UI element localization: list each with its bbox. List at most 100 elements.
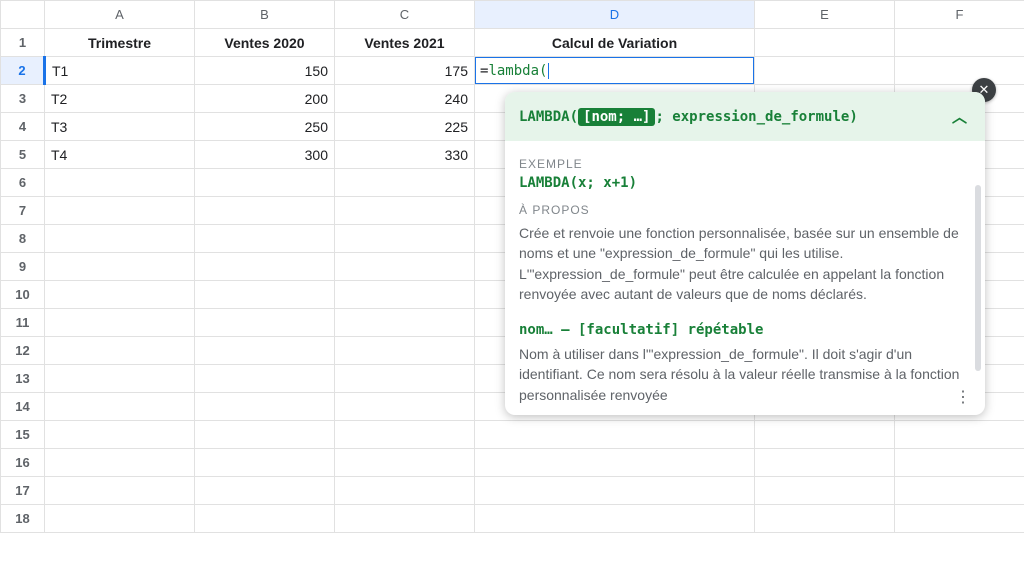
row-header-5[interactable]: 5: [1, 141, 45, 169]
row-header-16[interactable]: 16: [1, 449, 45, 477]
cell-C9[interactable]: [335, 253, 475, 281]
column-header-D[interactable]: D: [475, 1, 755, 29]
cell-D16[interactable]: [475, 449, 755, 477]
cell-B4[interactable]: 250: [195, 113, 335, 141]
cell-B16[interactable]: [195, 449, 335, 477]
cell-A1[interactable]: Trimestre: [45, 29, 195, 57]
cell-E1[interactable]: [755, 29, 895, 57]
row-header-15[interactable]: 15: [1, 421, 45, 449]
cell-D17[interactable]: [475, 477, 755, 505]
cell-C7[interactable]: [335, 197, 475, 225]
column-header-B[interactable]: B: [195, 1, 335, 29]
cell-C3[interactable]: 240: [335, 85, 475, 113]
cell-A15[interactable]: [45, 421, 195, 449]
cell-D18[interactable]: [475, 505, 755, 533]
cell-C13[interactable]: [335, 365, 475, 393]
formula-input[interactable]: =lambda(: [475, 57, 755, 85]
column-header-E[interactable]: E: [755, 1, 895, 29]
cell-C4[interactable]: 225: [335, 113, 475, 141]
cell-A9[interactable]: [45, 253, 195, 281]
row-header-14[interactable]: 14: [1, 393, 45, 421]
row-header-11[interactable]: 11: [1, 309, 45, 337]
cell-C14[interactable]: [335, 393, 475, 421]
collapse-help-icon[interactable]: ︿: [948, 102, 971, 131]
cell-C10[interactable]: [335, 281, 475, 309]
cell-C16[interactable]: [335, 449, 475, 477]
cell-A4[interactable]: T3: [45, 113, 195, 141]
cell-A8[interactable]: [45, 225, 195, 253]
row-header-12[interactable]: 12: [1, 337, 45, 365]
column-header-F[interactable]: F: [895, 1, 1024, 29]
cell-A10[interactable]: [45, 281, 195, 309]
row-header-10[interactable]: 10: [1, 281, 45, 309]
cell-E15[interactable]: [755, 421, 895, 449]
row-header-3[interactable]: 3: [1, 85, 45, 113]
cell-A18[interactable]: [45, 505, 195, 533]
column-header-C[interactable]: C: [335, 1, 475, 29]
row-header-7[interactable]: 7: [1, 197, 45, 225]
cell-B11[interactable]: [195, 309, 335, 337]
cell-F17[interactable]: [895, 477, 1024, 505]
cell-A14[interactable]: [45, 393, 195, 421]
cell-A2[interactable]: T1: [45, 57, 195, 85]
row-header-4[interactable]: 4: [1, 113, 45, 141]
cell-C17[interactable]: [335, 477, 475, 505]
cell-B8[interactable]: [195, 225, 335, 253]
cell-C6[interactable]: [335, 169, 475, 197]
cell-F1[interactable]: [895, 29, 1024, 57]
cell-B18[interactable]: [195, 505, 335, 533]
row-header-13[interactable]: 13: [1, 365, 45, 393]
select-all-corner[interactable]: [1, 1, 45, 29]
cell-F2[interactable]: [895, 57, 1024, 85]
cell-D15[interactable]: [475, 421, 755, 449]
more-options-icon[interactable]: ⋮: [951, 385, 975, 409]
cell-B14[interactable]: [195, 393, 335, 421]
cell-E18[interactable]: [755, 505, 895, 533]
cell-A5[interactable]: T4: [45, 141, 195, 169]
row-header-6[interactable]: 6: [1, 169, 45, 197]
cell-C8[interactable]: [335, 225, 475, 253]
row-header-2[interactable]: 2: [1, 57, 45, 85]
cell-B5[interactable]: 300: [195, 141, 335, 169]
cell-A13[interactable]: [45, 365, 195, 393]
cell-B3[interactable]: 200: [195, 85, 335, 113]
cell-C11[interactable]: [335, 309, 475, 337]
cell-A6[interactable]: [45, 169, 195, 197]
cell-A11[interactable]: [45, 309, 195, 337]
cell-A12[interactable]: [45, 337, 195, 365]
cell-B10[interactable]: [195, 281, 335, 309]
cell-C15[interactable]: [335, 421, 475, 449]
cell-E17[interactable]: [755, 477, 895, 505]
cell-E16[interactable]: [755, 449, 895, 477]
cell-F15[interactable]: [895, 421, 1024, 449]
cell-A17[interactable]: [45, 477, 195, 505]
cell-C12[interactable]: [335, 337, 475, 365]
cell-D2[interactable]: =lambda(: [475, 57, 755, 85]
row-header-17[interactable]: 17: [1, 477, 45, 505]
row-header-1[interactable]: 1: [1, 29, 45, 57]
cell-C1[interactable]: Ventes 2021: [335, 29, 475, 57]
tooltip-scrollbar[interactable]: [975, 185, 981, 371]
column-header-A[interactable]: A: [45, 1, 195, 29]
cell-A3[interactable]: T2: [45, 85, 195, 113]
cell-C5[interactable]: 330: [335, 141, 475, 169]
cell-B2[interactable]: 150: [195, 57, 335, 85]
cell-B15[interactable]: [195, 421, 335, 449]
row-header-8[interactable]: 8: [1, 225, 45, 253]
cell-A16[interactable]: [45, 449, 195, 477]
cell-A7[interactable]: [45, 197, 195, 225]
cell-C2[interactable]: 175: [335, 57, 475, 85]
cell-B13[interactable]: [195, 365, 335, 393]
cell-B1[interactable]: Ventes 2020: [195, 29, 335, 57]
cell-C18[interactable]: [335, 505, 475, 533]
cell-B6[interactable]: [195, 169, 335, 197]
row-header-18[interactable]: 18: [1, 505, 45, 533]
cell-F18[interactable]: [895, 505, 1024, 533]
cell-B9[interactable]: [195, 253, 335, 281]
cell-E2[interactable]: [755, 57, 895, 85]
cell-B12[interactable]: [195, 337, 335, 365]
row-header-9[interactable]: 9: [1, 253, 45, 281]
cell-D1[interactable]: Calcul de Variation: [475, 29, 755, 57]
cell-F16[interactable]: [895, 449, 1024, 477]
cell-B17[interactable]: [195, 477, 335, 505]
